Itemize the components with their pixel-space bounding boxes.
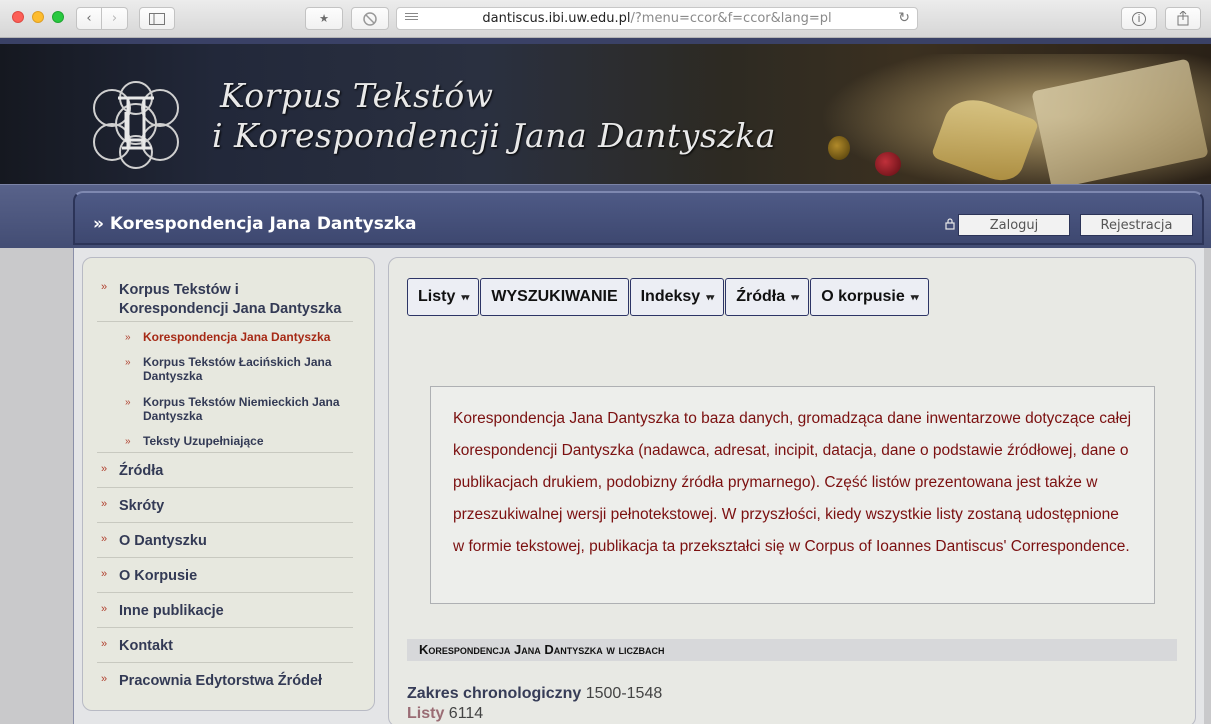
breadcrumb: » Korespondencja Jana Dantyszka <box>93 214 417 234</box>
bullet-icon: » <box>125 397 131 408</box>
main-content: Listy ▾▾ WYSZUKIWANIE Indeksy ▾▾ Źródła … <box>388 257 1196 724</box>
sidebar-item-label-line2: Korespondencji Jana Dantyszka <box>119 301 341 317</box>
info-button[interactable]: i <box>1121 7 1157 30</box>
banner-seal-image <box>828 136 850 160</box>
menu-label: Listy <box>418 288 455 306</box>
url-path: /?menu=ccor&f=ccor&lang=pl <box>631 11 832 26</box>
sidebar-item-label: Skróty <box>119 498 164 514</box>
info-icon: i <box>1132 12 1146 26</box>
back-button[interactable]: ‹ <box>76 7 102 30</box>
chevron-right-icon: › <box>112 11 117 26</box>
menu-listy[interactable]: Listy ▾▾ <box>407 278 479 316</box>
sidebar-item-label: Korpus Tekstów i Korespondencji Jana Dan… <box>119 281 341 319</box>
sidebar-item-korpus[interactable]: » Korpus Tekstów i Korespondencji Jana D… <box>97 271 353 323</box>
bullet-icon: » <box>101 673 107 685</box>
share-icon <box>1177 11 1189 26</box>
close-window-button[interactable] <box>12 11 24 23</box>
sidebar-item-pracownia[interactable]: » Pracownia Edytorstwa Źródeł <box>97 662 353 697</box>
block-icon <box>363 12 377 26</box>
stat-range-label: Zakres chronologiczny <box>407 685 581 702</box>
sidebar-item-kontakt[interactable]: » Kontakt <box>97 627 353 662</box>
site-title-line2: i Korespondencji Jana Dantyszka <box>212 116 776 156</box>
header-band: » Korespondencja Jana Dantyszka Zaloguj … <box>0 184 1211 248</box>
content-blocker-button[interactable] <box>351 7 389 30</box>
sidebar-item-label-line1: Korpus Tekstów i <box>119 282 239 298</box>
bullet-icon: » <box>101 533 107 545</box>
stat-range-value: 1500-1548 <box>586 685 663 702</box>
sidebar-icon <box>149 13 165 25</box>
dropdown-icon: ▾▾ <box>791 292 798 303</box>
minimize-window-button[interactable] <box>32 11 44 23</box>
stat-range: Zakres chronologiczny 1500-1548 <box>407 685 662 703</box>
sidebar-item-skroty[interactable]: » Skróty <box>97 487 353 522</box>
bullet-icon: » <box>101 281 107 293</box>
sidebar-item-label: Źródła <box>119 463 163 479</box>
sidebar: » Korpus Tekstów i Korespondencji Jana D… <box>82 257 375 711</box>
share-button[interactable] <box>1165 7 1201 30</box>
bullet-icon: » <box>101 498 107 510</box>
browser-toolbar: ‹ › ★ dantiscus.ibi.uw.edu.pl/?menu=ccor… <box>0 0 1211 38</box>
address-bar[interactable]: dantiscus.ibi.uw.edu.pl/?menu=ccor&f=cco… <box>396 7 918 30</box>
sidebar-subitem-label: Korespondencja Jana Dantyszka <box>143 330 363 344</box>
stat-letters-link[interactable]: Listy <box>407 705 444 722</box>
dropdown-icon: ▾▾ <box>706 292 713 303</box>
sidebar-toggle-button[interactable] <box>139 7 175 30</box>
zoom-window-button[interactable] <box>52 11 64 23</box>
sidebar-item-label: Pracownia Edytorstwa Źródeł <box>119 673 322 689</box>
forward-button[interactable]: › <box>102 7 128 30</box>
register-button[interactable]: Rejestracja <box>1080 214 1193 236</box>
menu-label: WYSZUKIWANIE <box>491 288 617 306</box>
bullet-icon: » <box>101 568 107 580</box>
banner-red-seal-image <box>875 152 901 176</box>
sidebar-subitem-label: Korpus Tekstów Niemieckich Jana Dantyszk… <box>143 395 363 423</box>
menu-label: Źródła <box>736 288 785 306</box>
site-banner: Korpus Tekstów i Korespondencji Jana Dan… <box>0 38 1211 184</box>
intro-text: Korespondencja Jana Dantyszka to baza da… <box>453 403 1132 563</box>
sidebar-item-zrodla[interactable]: » Źródła <box>97 452 353 487</box>
site-title-line1: Korpus Tekstów <box>212 76 776 116</box>
stats-heading: Korespondencja Jana Dantyszka w liczbach <box>407 639 1177 661</box>
site-title: Korpus Tekstów i Korespondencji Jana Dan… <box>212 76 776 156</box>
bullet-icon: » <box>101 603 107 615</box>
menu-wyszukiwanie[interactable]: WYSZUKIWANIE <box>480 278 628 316</box>
bookmarks-button[interactable]: ★ <box>305 7 343 30</box>
url-host: dantiscus.ibi.uw.edu.pl <box>482 11 630 26</box>
bullet-icon: » <box>125 357 131 368</box>
divider <box>97 321 353 322</box>
reader-icon[interactable] <box>405 13 418 24</box>
lock-icon <box>945 218 955 230</box>
sidebar-subitem-label: Korpus Tekstów Łacińskich Jana Dantyszka <box>143 355 363 383</box>
page-body: » Korpus Tekstów i Korespondencji Jana D… <box>73 248 1204 724</box>
history-nav: ‹ › <box>76 7 128 30</box>
menu-zrodla[interactable]: Źródła ▾▾ <box>725 278 809 316</box>
menu-label: Indeksy <box>641 288 701 306</box>
login-button[interactable]: Zaloguj <box>958 214 1070 236</box>
sidebar-item-label: Kontakt <box>119 638 173 654</box>
site-logo[interactable] <box>82 70 190 178</box>
bullet-icon: » <box>101 638 107 650</box>
sidebar-item-o-dantyszku[interactable]: » O Dantyszku <box>97 522 353 557</box>
stat-letters: Listy 6114 <box>407 705 483 723</box>
bullet-icon: » <box>125 436 131 447</box>
intro-text-box: Korespondencja Jana Dantyszka to baza da… <box>430 386 1155 604</box>
chevron-left-icon: ‹ <box>86 11 91 26</box>
sidebar-item-o-korpusie[interactable]: » O Korpusie <box>97 557 353 592</box>
bullet-icon: » <box>125 332 131 343</box>
bullet-icon: » <box>101 463 107 475</box>
menu-o-korpusie[interactable]: O korpusie ▾▾ <box>810 278 929 316</box>
dropdown-icon: ▾▾ <box>461 292 468 303</box>
sidebar-subitem-label: Teksty Uzupełniające <box>143 434 363 448</box>
sidebar-item-inne-publikacje[interactable]: » Inne publikacje <box>97 592 353 627</box>
stat-letters-value: 6114 <box>449 705 483 722</box>
sidebar-item-label: O Dantyszku <box>119 533 207 549</box>
star-icon: ★ <box>319 12 329 25</box>
header-panel: » Korespondencja Jana Dantyszka Zaloguj … <box>73 191 1204 245</box>
menu-indeksy[interactable]: Indeksy ▾▾ <box>630 278 725 316</box>
menu-label: O korpusie <box>821 288 905 306</box>
dropdown-icon: ▾▾ <box>911 292 918 303</box>
reload-icon[interactable]: ↻ <box>898 10 910 26</box>
sidebar-item-label: O Korpusie <box>119 568 197 584</box>
sidebar-item-label: Inne publikacje <box>119 603 224 619</box>
top-menu: Listy ▾▾ WYSZUKIWANIE Indeksy ▾▾ Źródła … <box>407 278 930 316</box>
